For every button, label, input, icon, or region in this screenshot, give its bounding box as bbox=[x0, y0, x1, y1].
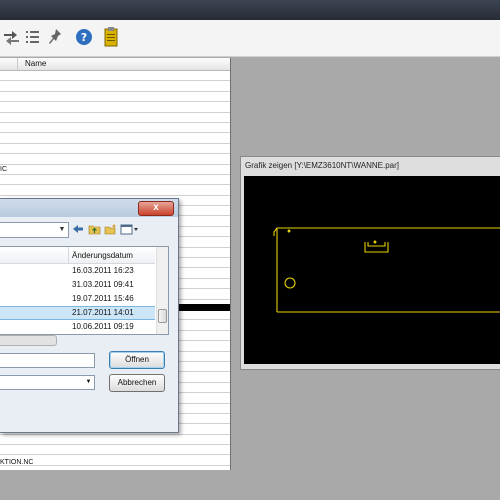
list-item[interactable] bbox=[0, 81, 230, 92]
list-item[interactable] bbox=[0, 175, 230, 186]
file-date: 10.06.2011 09:19 bbox=[72, 322, 134, 331]
list-item[interactable] bbox=[0, 455, 230, 466]
filetype-select[interactable]: ▼ bbox=[0, 375, 95, 390]
dialog-file-row[interactable]: 21.07.2011 14:01 bbox=[0, 306, 155, 320]
svg-text:?: ? bbox=[81, 31, 87, 44]
close-button[interactable]: x bbox=[138, 201, 174, 216]
help-icon[interactable]: ? bbox=[74, 26, 94, 48]
back-arrow-icon[interactable] bbox=[71, 223, 85, 235]
scrollbar-thumb[interactable] bbox=[158, 309, 167, 323]
list-item[interactable] bbox=[0, 154, 230, 165]
list-item[interactable] bbox=[0, 185, 230, 196]
chevron-down-icon[interactable]: ▼ bbox=[84, 376, 93, 389]
hole-circle bbox=[284, 277, 296, 289]
graphic-window-title: Grafik zeigen [Y:\EMZ3610NT\WANNE.par] bbox=[245, 161, 399, 170]
filename-input[interactable] bbox=[0, 353, 95, 368]
dialog-file-row[interactable]: 16.03.2011 16:23 bbox=[0, 264, 155, 278]
list-item[interactable] bbox=[0, 144, 230, 155]
dialog-list-header: Änderungsdatum bbox=[0, 247, 155, 264]
column-header-date[interactable]: Änderungsdatum bbox=[72, 251, 133, 260]
list-item[interactable] bbox=[0, 123, 230, 134]
dialog-file-row[interactable]: 31.03.2011 09:41 bbox=[0, 278, 155, 292]
open-button[interactable]: Öffnen bbox=[109, 351, 165, 369]
list-item[interactable] bbox=[0, 445, 230, 456]
chevron-down-icon[interactable]: ▼ bbox=[57, 224, 67, 236]
new-folder-icon[interactable] bbox=[103, 223, 117, 235]
list-icon[interactable] bbox=[24, 26, 42, 48]
part-outline bbox=[273, 227, 500, 313]
open-file-dialog: x ▼ Änderungsdatum 16.03.2011 16:23 31.03… bbox=[0, 198, 179, 433]
horizontal-scrollbar[interactable] bbox=[0, 335, 57, 346]
dialog-title-bar: x bbox=[0, 199, 178, 217]
vertical-scrollbar[interactable] bbox=[156, 247, 168, 334]
view-menu-icon[interactable] bbox=[120, 223, 140, 235]
list-item[interactable] bbox=[0, 102, 230, 113]
graphic-window: Grafik zeigen [Y:\EMZ3610NT\WANNE.par] bbox=[240, 156, 500, 370]
arrows-icon[interactable] bbox=[2, 26, 22, 48]
dialog-file-list[interactable]: Änderungsdatum 16.03.2011 16:23 31.03.201… bbox=[0, 246, 169, 335]
clipboard-icon[interactable] bbox=[102, 26, 120, 48]
file-date: 21.07.2011 14:01 bbox=[72, 308, 134, 317]
list-item[interactable] bbox=[0, 71, 230, 82]
file-date: 16.03.2011 16:23 bbox=[72, 266, 134, 275]
list-header: Name bbox=[0, 58, 230, 71]
list-item[interactable] bbox=[0, 133, 230, 144]
list-item[interactable] bbox=[0, 113, 230, 123]
notch-outline bbox=[364, 242, 389, 253]
toolbar: ? bbox=[0, 20, 500, 57]
dialog-file-row[interactable]: 19.07.2011 15:46 bbox=[0, 292, 155, 306]
graphic-canvas[interactable] bbox=[244, 176, 500, 364]
file-date: 31.03.2011 09:41 bbox=[72, 280, 134, 289]
file-date: 19.07.2011 15:46 bbox=[72, 294, 134, 303]
list-item[interactable]: IC bbox=[0, 165, 230, 175]
list-item[interactable] bbox=[0, 92, 230, 103]
list-item[interactable] bbox=[0, 435, 230, 446]
list-item-aktion[interactable]: KTION.NC bbox=[0, 459, 33, 466]
marker-dot bbox=[287, 229, 291, 233]
list-item-label: IC bbox=[0, 165, 7, 173]
dialog-file-row[interactable]: 10.06.2011 09:19 bbox=[0, 320, 155, 334]
window-title-bar bbox=[0, 0, 500, 20]
marker-dot-2 bbox=[373, 240, 377, 244]
folder-combobox[interactable]: ▼ bbox=[0, 222, 69, 238]
column-header-name[interactable]: Name bbox=[25, 59, 46, 68]
cancel-button[interactable]: Abbrechen bbox=[109, 374, 165, 392]
selected-row-highlight bbox=[170, 304, 230, 311]
pin-icon[interactable] bbox=[46, 26, 64, 48]
desktop-background bbox=[0, 470, 500, 500]
folder-up-icon[interactable] bbox=[87, 223, 101, 235]
